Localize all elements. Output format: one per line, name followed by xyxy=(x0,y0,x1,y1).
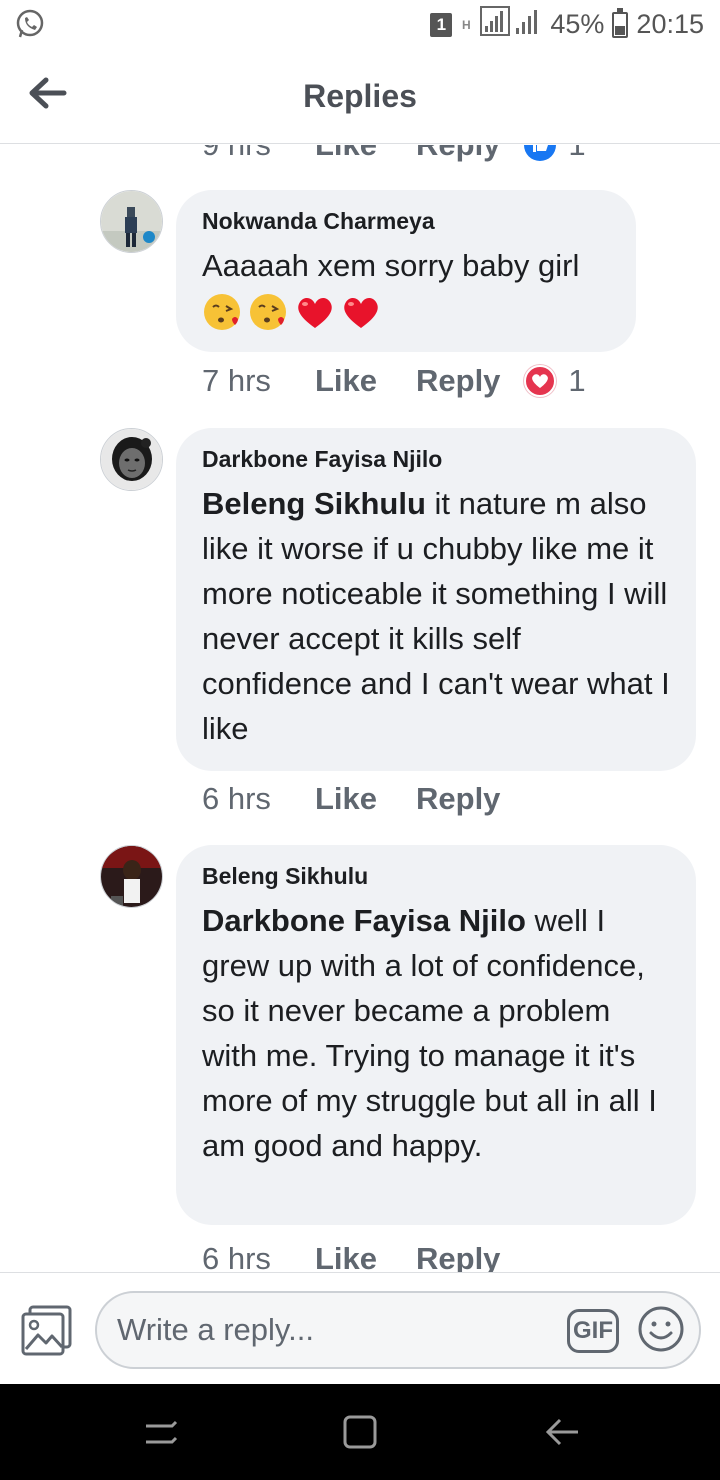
clock: 20:15 xyxy=(636,9,704,39)
like-reaction-icon xyxy=(524,145,557,161)
home-button[interactable] xyxy=(340,1412,380,1452)
comment-bubble[interactable]: Beleng Sikhulu Darkbone Fayisa Njilo wel… xyxy=(176,845,696,1225)
gif-button[interactable]: GIF xyxy=(567,1309,619,1353)
avatar[interactable] xyxy=(100,428,163,491)
recent-apps-icon xyxy=(146,1420,178,1444)
reply-input[interactable] xyxy=(117,1307,557,1353)
emoji-row xyxy=(202,292,610,332)
comment-author[interactable]: Beleng Sikhulu xyxy=(202,863,670,890)
avatar[interactable] xyxy=(100,845,163,908)
comment-meta-row: 6 hrs Like Reply xyxy=(202,781,524,817)
comment-time: 9 hrs xyxy=(202,145,315,163)
photo-button[interactable] xyxy=(20,1303,74,1357)
mention-link[interactable]: Darkbone Fayisa Njilo xyxy=(202,903,526,938)
network-type: H xyxy=(462,17,471,32)
kissing-face-emoji-icon xyxy=(250,294,286,330)
like-button[interactable]: Like xyxy=(315,145,416,163)
comment-body: it nature m also like it worse if u chub… xyxy=(202,486,670,746)
battery-percent: 45% xyxy=(550,9,605,39)
reply-button[interactable]: Reply xyxy=(416,1241,500,1272)
system-nav-bar xyxy=(0,1384,720,1480)
red-heart-emoji-icon xyxy=(298,298,332,328)
back-nav-icon xyxy=(545,1418,578,1446)
status-bar: 1 H 45% 20:15 xyxy=(0,0,720,48)
reply-button[interactable]: Reply xyxy=(416,145,500,163)
comment-meta-row: 9 hrs Like Reply 1 xyxy=(202,145,586,163)
comment-body: well I grew up with a lot of confidence,… xyxy=(202,903,657,1163)
like-button[interactable]: Like xyxy=(315,363,416,399)
battery-icon xyxy=(612,7,629,38)
kissing-face-emoji-icon xyxy=(204,294,240,330)
back-nav-button[interactable] xyxy=(542,1412,582,1452)
avatar[interactable] xyxy=(100,190,163,253)
mention-link[interactable]: Beleng Sikhulu xyxy=(202,486,426,521)
page-title: Replies xyxy=(303,78,417,114)
reply-input-container[interactable]: GIF xyxy=(95,1291,701,1369)
comment-time: 6 hrs xyxy=(202,781,271,816)
header: Replies xyxy=(0,48,720,144)
comment-bubble[interactable]: Nokwanda Charmeya Aaaaah xem sorry baby … xyxy=(176,190,636,352)
comment-time: 6 hrs xyxy=(202,1241,271,1272)
comment-time: 7 hrs xyxy=(202,363,271,398)
whatsapp-icon xyxy=(14,8,46,45)
love-reaction-icon xyxy=(524,365,557,397)
smiley-icon xyxy=(638,1306,684,1352)
emoji-button[interactable] xyxy=(637,1305,685,1353)
like-button[interactable]: Like xyxy=(315,1241,416,1272)
comment-text: Aaaaah xem sorry baby girl xyxy=(202,248,580,283)
comment-feed[interactable]: 9 hrs Like Reply 1 Nokwanda Charmeya Aaa… xyxy=(0,145,720,1272)
home-icon xyxy=(343,1415,377,1449)
comment-bubble[interactable]: Darkbone Fayisa Njilo Beleng Sikhulu it … xyxy=(176,428,696,771)
comment-author[interactable]: Darkbone Fayisa Njilo xyxy=(202,446,670,473)
comment-author[interactable]: Nokwanda Charmeya xyxy=(202,208,610,235)
comment-text: Darkbone Fayisa Njilo well I grew up wit… xyxy=(202,898,670,1168)
reply-button[interactable]: Reply xyxy=(416,781,500,817)
comment-meta-row: 7 hrs Like Reply 1 xyxy=(202,363,586,399)
reply-composer: GIF xyxy=(0,1272,720,1384)
signal-icon xyxy=(480,6,542,43)
reaction-count[interactable]: 1 xyxy=(568,145,585,163)
photo-icon xyxy=(21,1305,72,1356)
red-heart-emoji-icon xyxy=(344,298,378,328)
sim-badge: 1 xyxy=(430,12,453,37)
like-button[interactable]: Like xyxy=(315,781,416,817)
comment-meta-row: 6 hrs Like Reply xyxy=(202,1241,524,1272)
reaction-count[interactable]: 1 xyxy=(568,363,585,399)
recent-apps-button[interactable] xyxy=(140,1412,180,1452)
comment-text: Beleng Sikhulu it nature m also like it … xyxy=(202,481,670,751)
reply-button[interactable]: Reply xyxy=(416,363,500,399)
